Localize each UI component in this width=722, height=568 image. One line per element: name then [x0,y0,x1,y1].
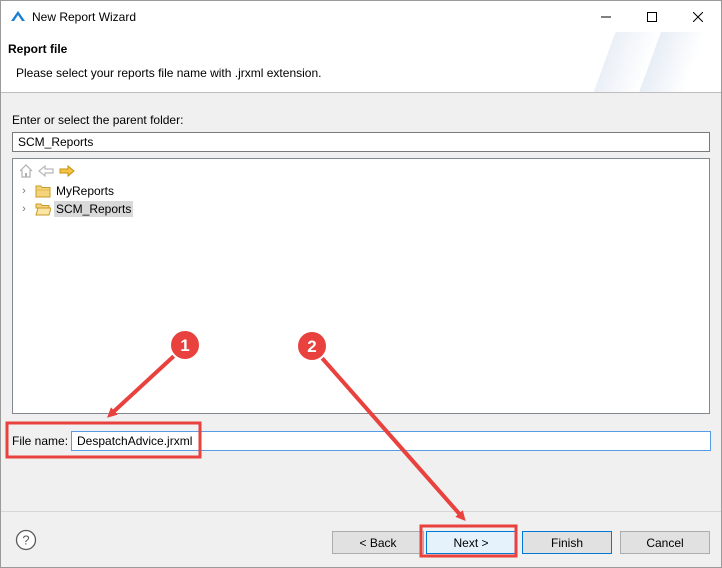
file-name-input[interactable] [71,431,711,451]
tree-item[interactable]: › MyReports [17,182,116,200]
wizard-window: New Report Wizard Report file Please sel… [0,0,722,568]
back-arrow-icon[interactable] [38,164,54,178]
button-bar-divider [1,511,721,512]
maximize-icon [647,11,657,22]
folder-open-icon [35,203,51,216]
help-icon[interactable]: ? [15,529,37,551]
folder-tree[interactable]: › MyReports › SCM_Reports [12,158,710,414]
file-name-label: File name: [12,434,69,448]
title-bar: New Report Wizard [1,1,721,32]
header-decoration [561,32,721,92]
wizard-header: Report file Please select your reports f… [1,32,721,92]
parent-folder-label: Enter or select the parent folder: [12,113,184,127]
app-logo-icon [11,11,25,21]
next-button[interactable]: Next > [426,531,516,554]
page-title: Report file [8,42,68,56]
forward-arrow-icon[interactable] [59,164,75,178]
finish-button[interactable]: Finish [522,531,612,554]
minimize-icon [601,16,611,17]
tree-nav-toolbar [19,164,75,178]
close-icon [693,11,703,22]
folder-icon [35,185,51,198]
tree-item-selected[interactable]: › SCM_Reports [17,200,134,218]
parent-folder-input[interactable] [12,132,710,152]
header-divider [1,92,721,93]
chevron-right-icon[interactable]: › [17,203,31,215]
tree-item-label: SCM_Reports [54,201,134,217]
home-icon[interactable] [19,164,33,178]
svg-text:?: ? [22,533,29,548]
close-button[interactable] [675,1,721,32]
maximize-button[interactable] [629,1,675,32]
chevron-right-icon[interactable]: › [17,185,31,197]
page-description: Please select your reports file name wit… [16,66,322,80]
tree-item-label: MyReports [56,184,115,198]
minimize-button[interactable] [583,1,629,32]
back-button[interactable]: < Back [332,531,424,554]
cancel-button[interactable]: Cancel [620,531,710,554]
window-title: New Report Wizard [32,10,137,24]
